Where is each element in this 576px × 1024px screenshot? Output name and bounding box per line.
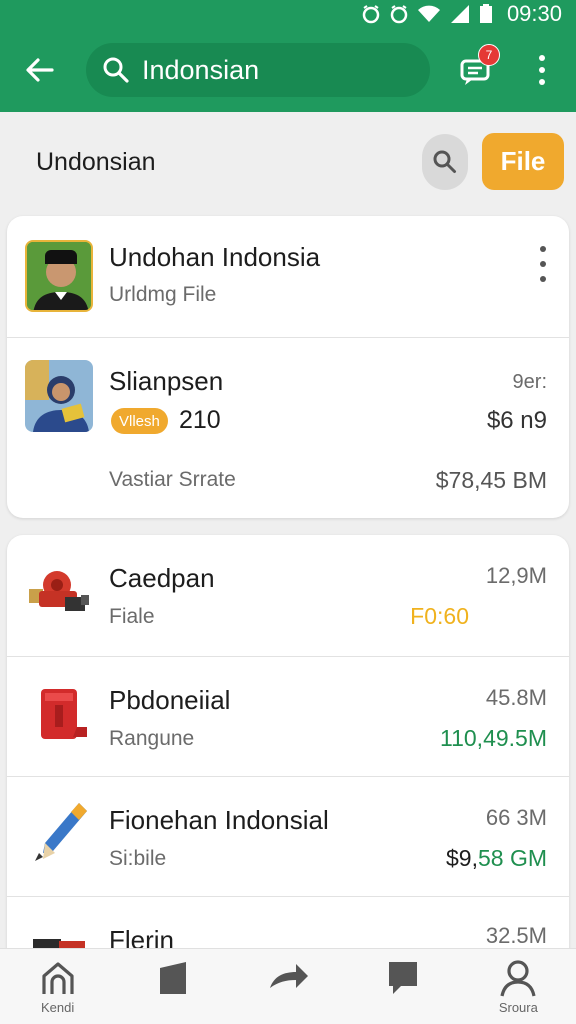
item-subtitle: Vastiar Srrate [109,468,236,491]
back-button[interactable] [14,44,66,96]
signal-icon [449,4,471,24]
item-value: $9,58 GM [446,845,547,872]
list-item[interactable]: Fionehan Indonsial Si:bile 66 3M $9,58 G… [7,776,569,896]
item-title: Fionehan Indonsial [109,805,329,835]
file-button[interactable]: File [482,133,564,190]
avatar [25,360,93,432]
battery-icon [479,4,493,24]
home-icon [41,962,74,994]
bookmark-icon [159,962,186,994]
nav-label: Sroura [498,1000,538,1015]
arrow-left-icon [26,58,54,82]
item-more-button[interactable] [537,246,549,282]
item-value: F0:60 [410,603,469,629]
machine-icon [27,559,97,629]
dot [539,79,545,85]
item-title: Undohan Indonsia [109,242,321,272]
status-time: 09:30 [506,1,562,26]
search-icon [433,150,456,173]
search-bar[interactable] [86,43,430,97]
list-item[interactable]: Slianpsen Vllesh 210 9er: $6 n9 Vastiar … [7,337,569,518]
dot [539,55,545,61]
item-size: 32.5M [485,923,547,948]
nav-bookmark[interactable] [128,949,218,1024]
alarm-icon [361,4,381,24]
nav-label: Kendi [40,1000,75,1015]
item-size: 66 3M [485,805,547,830]
message-icon [389,962,418,994]
item-value-prefix: $9, [445,845,478,871]
dot [540,276,546,282]
nav-profile[interactable]: Sroura [473,949,563,1024]
item-value-amount: 58 GM [477,845,547,871]
dot [540,246,546,252]
status-badge: Vllesh [111,408,168,434]
item-subtitle: Urldmg File [109,283,217,306]
notification-badge: 7 [478,44,500,66]
item-value: 110,49.5M [440,725,547,751]
section-search-button[interactable] [422,134,468,190]
list-item[interactable]: Flerin 32.5M [7,896,569,955]
alarm-icon [389,4,409,24]
item-subtitle: Fiale [109,605,155,628]
pencil-icon [29,799,99,869]
item-subtitle: Rangune [109,727,195,750]
search-input[interactable] [142,54,402,86]
item-price: $6 n9 [486,407,547,434]
chat-button[interactable]: 7 [450,44,502,96]
section-title: Undonsian [36,147,156,176]
file-list-card: Caedpan Fiale 12,9M F0:60 Pbdoneiial Ran… [7,535,569,955]
list-item[interactable]: Caedpan Fiale 12,9M F0:60 [7,535,569,656]
more-options-button[interactable] [522,46,562,94]
share-icon [269,964,308,988]
dot [540,261,546,267]
device-icon [35,683,105,753]
nav-share[interactable] [243,949,333,1024]
list-item[interactable]: Pbdoneiial Rangune 45.8M 110,49.5M [7,656,569,776]
app-bar: 7 [0,28,576,112]
section-header: Undonsian File [0,112,576,212]
wifi-icon [417,4,441,24]
item-title: Slianpsen [109,366,224,396]
bottom-navigation: Kendi Sroura [0,948,576,1024]
item-meta: 9er: [512,371,547,393]
item-size: 12,9M [485,563,547,588]
dot [539,67,545,73]
nav-messages[interactable] [358,949,448,1024]
item-size: 45.8M [485,685,547,710]
search-icon [103,57,129,83]
list-item[interactable]: Undohan Indonsia Urldmg File [7,216,569,337]
item-title: Caedpan [109,563,215,593]
status-bar: 09:30 [0,0,576,28]
item-total: $78,45 BM [435,467,547,493]
item-subtitle: Si:bile [109,847,167,870]
item-title: Pbdoneiial [109,685,231,715]
nav-home[interactable]: Kendi [13,949,103,1024]
item-count: 210 [179,406,221,434]
profile-icon [500,960,536,997]
featured-card: Undohan Indonsia Urldmg File Slianpsen V… [7,216,569,518]
avatar [25,240,93,312]
